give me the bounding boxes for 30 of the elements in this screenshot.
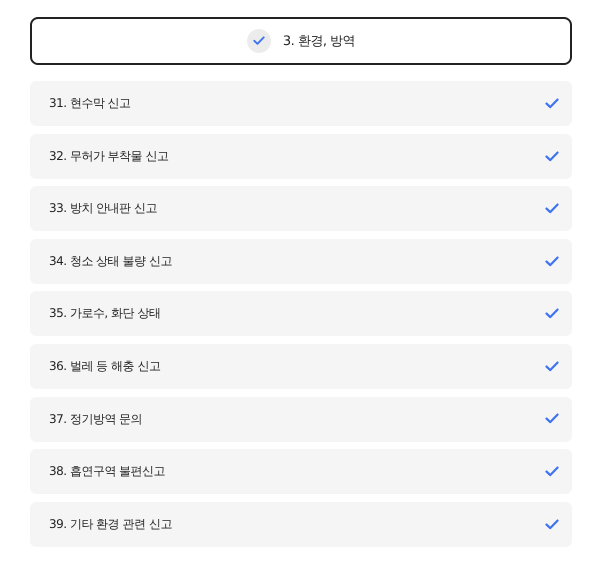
item-label: 39. 기타 환경 관련 신고 [49,516,172,533]
list-item[interactable]: 36. 벌레 등 해충 신고 [30,344,572,389]
list-item[interactable]: 38. 흡연구역 불편신고 [30,449,572,494]
category-title: 3. 환경, 방역 [282,33,356,50]
check-icon [545,203,559,214]
list-item[interactable]: 31. 현수막 신고 [30,81,572,126]
item-label: 32. 무허가 부착물 신고 [49,148,169,165]
item-label: 37. 정기방역 문의 [49,410,142,428]
item-label: 36. 벌레 등 해충 신고 [49,358,160,375]
check-icon [545,308,559,320]
list-item[interactable]: 37. 정기방역 문의 [30,396,572,442]
check-icon [545,256,559,267]
list-item[interactable]: 32. 무허가 부착물 신고 [30,134,572,179]
item-label: 31. 현수막 신고 [49,95,131,112]
item-label: 33. 방치 안내판 신고 [49,200,158,218]
list-item[interactable]: 39. 기타 환경 관련 신고 [30,502,572,547]
list-item[interactable]: 35. 가로수, 화단 상태 [30,291,572,336]
category-header[interactable]: 3. 환경, 방역 [30,17,572,65]
check-icon [545,98,559,110]
item-label: 34. 청소 상태 불량 신고 [49,252,172,270]
item-label: 38. 흡연구역 불편신고 [49,463,166,480]
check-icon [252,36,265,46]
check-icon [545,413,559,425]
list-item[interactable]: 34. 청소 상태 불량 신고 [30,238,572,284]
item-label: 35. 가로수, 화단 상태 [49,305,160,322]
check-icon [545,518,559,530]
check-icon [545,150,559,162]
list-item[interactable]: 33. 방치 안내판 신고 [30,186,572,232]
check-icon [545,360,559,372]
check-icon [545,466,559,478]
